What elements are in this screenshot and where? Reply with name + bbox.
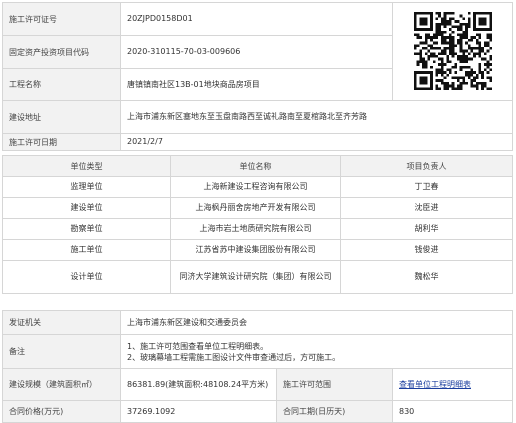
- remarks-label: 备注: [2, 334, 121, 369]
- units-table: 单位类型 单位名称 项目负责人 监理单位 上海新建设工程咨询有限公司 丁卫春 建…: [2, 155, 513, 294]
- contract-row: 合同价格(万元) 37269.1092 合同工期(日历天) 830: [2, 400, 514, 423]
- issuer-label: 发证机关: [2, 310, 121, 335]
- permit-date-value: 2021/2/7: [120, 133, 513, 151]
- manager-cell: 魏松华: [340, 260, 513, 294]
- permit-date-row: 施工许可日期 2021/2/7: [2, 133, 513, 151]
- manager-cell: 钱俊进: [340, 239, 513, 261]
- table-row: 设计单位 同济大学建筑设计研究院（集团）有限公司 魏松华: [2, 260, 513, 294]
- address-row: 建设地址 上海市浦东新区塞地东至玉盘南路西至诚礼路南至夏棺路北至齐芳路: [2, 100, 513, 134]
- unit-name-cell: 上海市岩土地质研究院有限公司: [170, 218, 341, 240]
- unit-name-cell: 上海枫丹丽舍房地产开发有限公司: [170, 197, 341, 219]
- table-row: 监理单位 上海新建设工程咨询有限公司 丁卫春: [2, 176, 513, 198]
- duration-value: 830: [391, 400, 514, 423]
- remark-line-1: 1、施工许可范围查看单位工程明细表。: [127, 341, 269, 351]
- unit-type-cell: 勘察单位: [2, 218, 171, 240]
- permit-no-value: 20ZJPD0158D01: [120, 2, 393, 36]
- scale-row: 建设规模（建筑面积㎡） 86381.89(建筑面积:48108.24平方米) 施…: [2, 368, 514, 401]
- issuer-value: 上海市浦东新区建设和交通委员会: [119, 310, 514, 335]
- manager-cell: 沈臣进: [340, 197, 513, 219]
- permit-date-label: 施工许可日期: [2, 133, 121, 151]
- scope-label: 施工许可范围: [276, 368, 393, 401]
- manager-cell: 丁卫春: [340, 176, 513, 198]
- table-row: 建设单位 上海枫丹丽舍房地产开发有限公司 沈臣进: [2, 197, 513, 219]
- qr-code-cell: [392, 2, 513, 101]
- price-label: 合同价格(万元): [2, 400, 121, 423]
- scale-value: 86381.89(建筑面积:48108.24平方米): [120, 368, 277, 401]
- project-name-label: 工程名称: [2, 68, 121, 101]
- address-label: 建设地址: [2, 100, 121, 134]
- col-header-unit-name: 单位名称: [170, 155, 341, 177]
- remarks-value: 1、施工许可范围查看单位工程明细表。 2、玻璃幕墙工程需施工图设计文件审查通过后…: [119, 334, 514, 369]
- unit-type-cell: 建设单位: [2, 197, 171, 219]
- address-value: 上海市浦东新区塞地东至玉盘南路西至诚礼路南至夏棺路北至齐芳路: [120, 100, 513, 134]
- remarks-row: 备注 1、施工许可范围查看单位工程明细表。 2、玻璃幕墙工程需施工图设计文件审查…: [2, 334, 514, 369]
- qr-code-icon[interactable]: [413, 11, 492, 90]
- manager-cell: 胡利华: [340, 218, 513, 240]
- unit-name-cell: 上海新建设工程咨询有限公司: [170, 176, 341, 198]
- col-header-unit-type: 单位类型: [2, 155, 171, 177]
- unit-type-cell: 施工单位: [2, 239, 171, 261]
- table-row: 施工单位 江苏省苏中建设集团股份有限公司 钱俊进: [2, 239, 513, 261]
- unit-name-cell: 江苏省苏中建设集团股份有限公司: [170, 239, 341, 261]
- project-code-label: 固定资产投资项目代码: [2, 35, 121, 69]
- permit-no-row: 施工许可证号 20ZJPD0158D01: [2, 2, 513, 101]
- col-header-manager: 项目负责人: [340, 155, 513, 177]
- permit-info-table: 施工许可证号 20ZJPD0158D01 固定资产投资项目代码 2020-310…: [2, 2, 513, 151]
- duration-label: 合同工期(日历天): [276, 400, 393, 423]
- project-code-value: 2020-310115-70-03-009606: [120, 35, 393, 69]
- units-header-row: 单位类型 单位名称 项目负责人: [2, 155, 513, 177]
- permit-no-label: 施工许可证号: [2, 2, 121, 36]
- unit-name-cell: 同济大学建筑设计研究院（集团）有限公司: [170, 260, 341, 294]
- remark-line-2: 2、玻璃幕墙工程需施工图设计文件审查通过后，方可施工。: [127, 352, 341, 362]
- unit-type-cell: 监理单位: [2, 176, 171, 198]
- project-name-value: 唐镇镇南社区13B-01地块商品房项目: [120, 68, 393, 101]
- price-value: 37269.1092: [120, 400, 277, 423]
- issuer-row: 发证机关 上海市浦东新区建设和交通委员会: [2, 310, 514, 335]
- table-row: 勘察单位 上海市岩土地质研究院有限公司 胡利华: [2, 218, 513, 240]
- unit-type-cell: 设计单位: [2, 260, 171, 294]
- permit-page: 施工许可证号 20ZJPD0158D01 固定资产投资项目代码 2020-310…: [0, 0, 516, 423]
- scope-detail-link[interactable]: 查看单位工程明细表: [391, 368, 514, 401]
- permit-details-table: 发证机关 上海市浦东新区建设和交通委员会 备注 1、施工许可范围查看单位工程明细…: [2, 310, 514, 423]
- scale-label: 建设规模（建筑面积㎡）: [2, 368, 121, 401]
